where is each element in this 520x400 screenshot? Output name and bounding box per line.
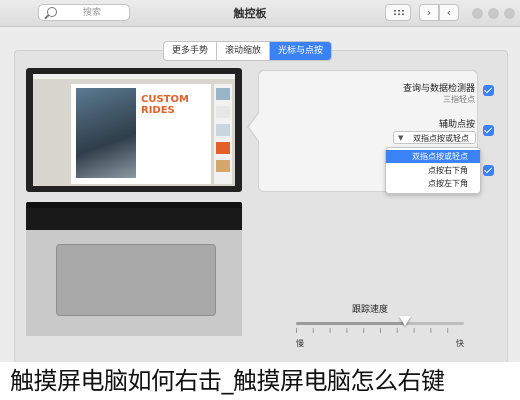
grid-icon — [393, 9, 404, 16]
slow-label: 慢 — [296, 339, 304, 348]
search-field[interactable]: 搜索 — [38, 4, 130, 21]
secondary-click-checkbox[interactable] — [483, 125, 494, 136]
forward-button[interactable]: › — [419, 4, 439, 21]
search-icon — [47, 7, 57, 17]
window-control-dot[interactable] — [472, 8, 483, 19]
caption-text: 触摸屏电脑如何右击_触摸屏电脑怎么右键 — [10, 367, 445, 395]
menu-item-bottom-left[interactable]: 点按左下角 — [386, 177, 480, 190]
back-button[interactable]: ‹ — [439, 4, 459, 21]
show-all-button[interactable] — [385, 4, 411, 21]
secondary-click-menu: 双指点按或轻点 点按右下角 点按左下角 — [385, 147, 481, 194]
secondary-click-select[interactable]: ▼ 双指点按或轻点 — [393, 131, 476, 144]
secondary-click-label: 辅助点按 — [438, 120, 475, 130]
trackpad-preferences-window: 搜索 触控板 › ‹ 更多手势 滚动缩放 光标与点按 CUSTOM RIDES — [0, 0, 520, 400]
tracking-speed-slider[interactable] — [296, 322, 464, 325]
search-placeholder: 搜索 — [83, 8, 102, 18]
tab-scroll-zoom[interactable]: 滚动缩放 — [217, 42, 271, 60]
window-title: 触控板 — [233, 7, 267, 20]
lookup-checkbox[interactable] — [483, 85, 494, 96]
caption-bar: 触摸屏电脑如何右击_触摸屏电脑怎么右键 — [0, 362, 520, 400]
brand-text: CUSTOM RIDES — [141, 94, 189, 116]
tap-checkbox[interactable] — [483, 165, 494, 176]
title-bar: 搜索 触控板 › ‹ — [0, 0, 520, 27]
menu-item-bottom-right[interactable]: 点按右下角 — [386, 164, 480, 177]
tracking-speed-label: 跟踪速度 — [351, 305, 388, 315]
thumbnail-sidebar — [214, 84, 232, 184]
keyboard-row — [26, 208, 242, 230]
fast-label: 快 — [456, 339, 464, 348]
window-control-dot[interactable] — [488, 8, 499, 19]
tab-point-click[interactable]: 光标与点按 — [270, 42, 332, 60]
window-control-dot[interactable] — [504, 8, 515, 19]
tab-more-gestures[interactable]: 更多手势 — [164, 42, 218, 60]
lookup-label: 查询与数据检测器 — [402, 84, 475, 94]
laptop-screen: CUSTOM RIDES — [26, 68, 242, 192]
slider-ticks — [296, 328, 464, 333]
slider-knob[interactable] — [399, 316, 412, 326]
tab-bar: 更多手势 滚动缩放 光标与点按 — [163, 41, 333, 61]
laptop-illustration: CUSTOM RIDES — [26, 68, 242, 336]
menu-item-two-finger[interactable]: 双指点按或轻点 — [386, 150, 480, 163]
chevron-down-icon: ▼ — [398, 134, 404, 142]
lookup-sublabel: 三指轻点 — [443, 95, 475, 104]
cyclist-photo — [76, 88, 136, 178]
slider-fill — [296, 322, 406, 325]
trackpad — [56, 244, 216, 316]
